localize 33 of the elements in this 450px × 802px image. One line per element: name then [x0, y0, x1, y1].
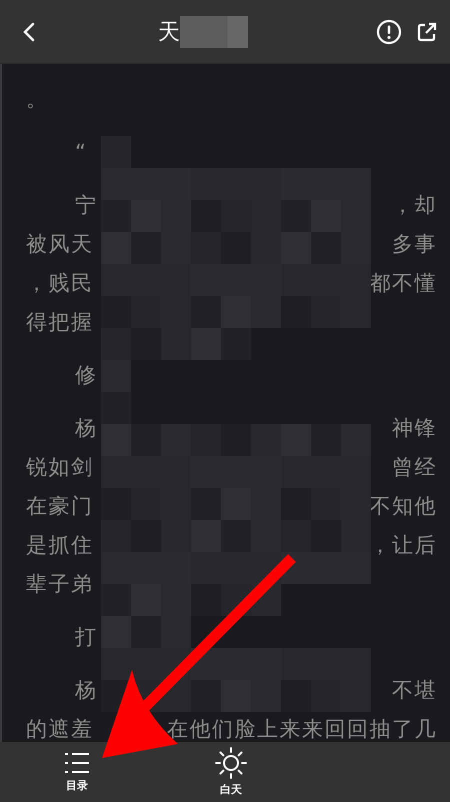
text-line: 被风天 [26, 230, 94, 258]
text-line: ，却 [392, 192, 437, 218]
text-line: 打 [75, 624, 98, 650]
text-line: ，贱民 [26, 270, 94, 296]
text-line: 宁 [75, 192, 98, 218]
text-line: 不知他 [370, 492, 437, 520]
text-line: 杨 [75, 414, 98, 442]
text-line: 在豪门 [26, 492, 94, 520]
text-line: 锐如剑 [26, 454, 94, 480]
text-line: 是抓住 [26, 532, 94, 558]
back-button[interactable] [22, 20, 36, 42]
text-line: 修 [75, 362, 98, 388]
text-line: 都不懂 [370, 270, 437, 296]
text-line: 神锋 [392, 414, 437, 442]
text-line: 得把握 [26, 308, 94, 336]
toolbar-button[interactable]: 白天 [204, 747, 258, 797]
text-line: 辈子弟 [26, 570, 94, 598]
text-line: 杨 [75, 676, 98, 704]
alert-icon[interactable] [376, 18, 402, 44]
text-line: 曾经 [392, 454, 437, 480]
share-icon[interactable] [416, 20, 438, 42]
list-icon [64, 751, 90, 775]
sun-icon [215, 747, 247, 779]
text-line: 的遮羞 [26, 716, 94, 742]
text-line: 不堪 [392, 676, 437, 704]
book-title: 天 [158, 18, 180, 46]
text-line: ，让后 [370, 532, 437, 558]
text-line: 多事 [392, 230, 437, 258]
pixelated-block [180, 16, 248, 48]
text-line: “ [75, 140, 88, 164]
text-line: 。 [26, 86, 48, 112]
text-line: 在他们脸上来来回回抽了几 [167, 716, 437, 742]
toolbar-button[interactable]: 目录 [50, 751, 104, 793]
